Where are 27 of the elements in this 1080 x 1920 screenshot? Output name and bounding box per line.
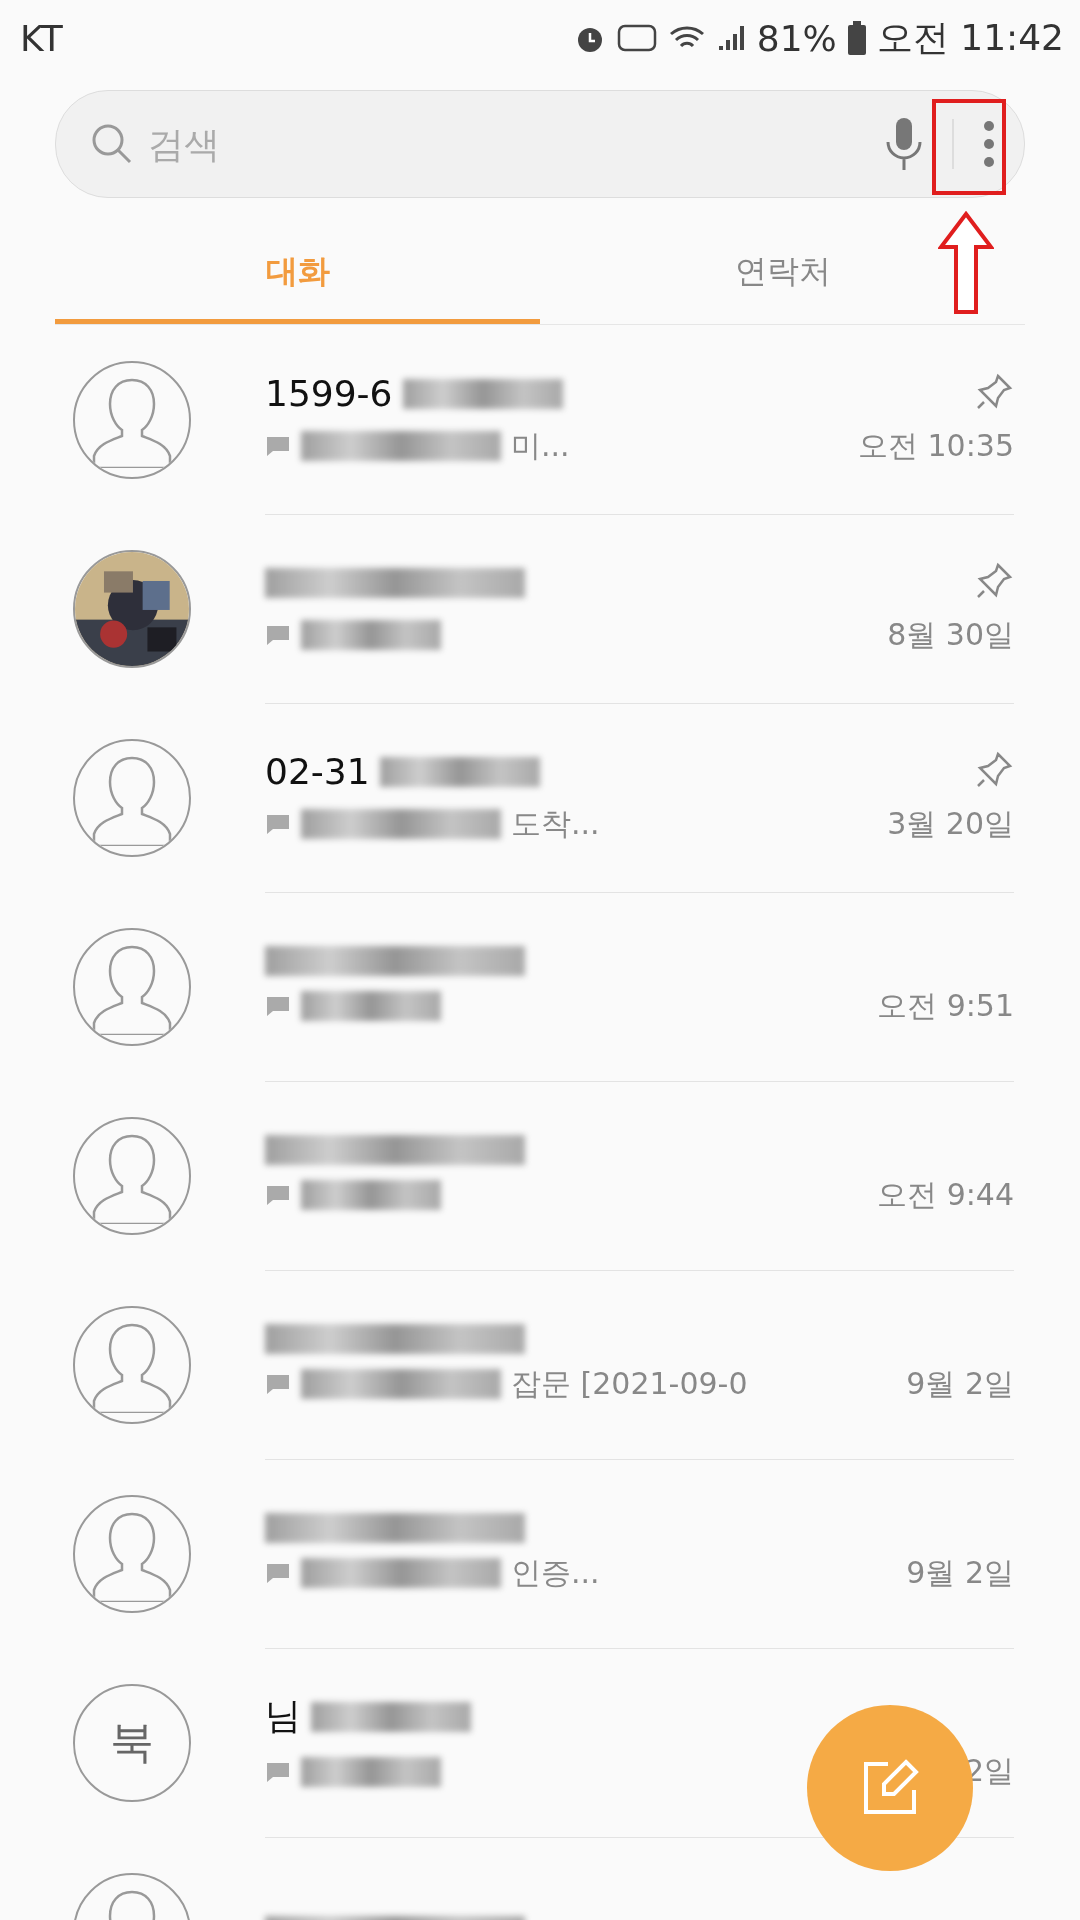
message-time: 3월 20일 [887, 804, 1014, 843]
message-preview: 미... [511, 426, 570, 465]
contact-name: 님 [265, 1694, 301, 1738]
carrier-label: KT [20, 17, 63, 59]
message-preview: 인증... [511, 1553, 600, 1592]
message-time: 9월 2일 [906, 1364, 1014, 1403]
message-time: 9월 2일 [906, 1553, 1014, 1592]
search-input[interactable]: 검색 [146, 122, 876, 166]
battery-percent: 81% [756, 17, 837, 59]
conversation-row[interactable]: 8월 30일 [0, 514, 1080, 703]
conversation-row[interactable]: 02-31 도착... 3월 20일 [0, 703, 1080, 892]
message-time: 오전 9:51 [877, 986, 1014, 1025]
message-time: 8월 30일 [887, 615, 1014, 654]
conversation-row[interactable]: 인증... 9월 2일 [0, 1459, 1080, 1648]
contact-name: 02-31 [265, 751, 370, 792]
conversation-row[interactable]: 오전 9:44 [0, 1081, 1080, 1270]
message-preview: 도착... [511, 804, 600, 843]
message-time: 오전 9:44 [877, 1175, 1014, 1214]
contact-name: 1599-6 [265, 373, 393, 414]
conversation-row[interactable]: 잡문 [2021-09-0 9월 2일 [0, 1270, 1080, 1459]
conversation-row[interactable]: 1599-6 미... 오전 10:35 [0, 325, 1080, 514]
message-preview: 잡문 [2021-09-0 [511, 1364, 748, 1403]
conversation-row[interactable]: 오전 9:51 [0, 892, 1080, 1081]
tab[interactable]: 연락처 [540, 224, 1025, 324]
avatar: 북 [73, 1683, 191, 1802]
clock: 오전 11:42 [876, 15, 1064, 60]
message-time: 오전 10:35 [858, 426, 1014, 465]
